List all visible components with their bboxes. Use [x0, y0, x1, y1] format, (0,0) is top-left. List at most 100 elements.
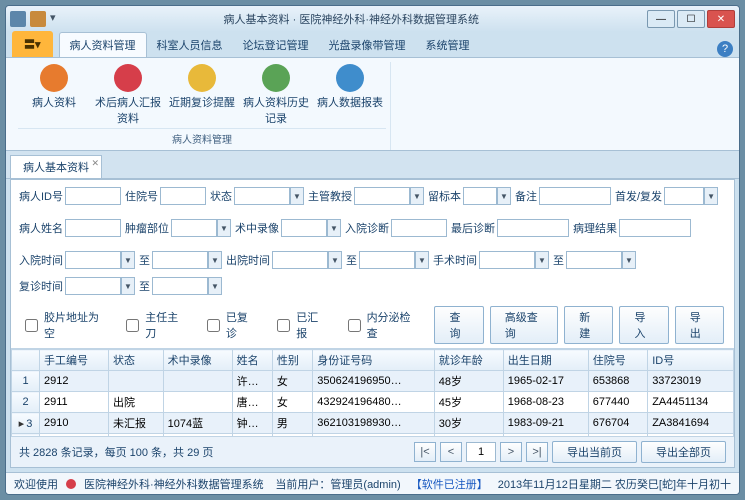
cell[interactable]: 女	[272, 392, 312, 413]
cell[interactable]: 1983-09-21	[503, 413, 588, 434]
col-header-1[interactable]: 状态	[108, 350, 163, 371]
data-grid[interactable]: 手工编号状态术中录像姓名性别身份证号码就诊年龄出生日期住院号ID号 12912许…	[11, 348, 734, 437]
cell[interactable]: 1965-02-17	[503, 371, 588, 392]
checkbox-2[interactable]: 已复诊	[203, 309, 255, 341]
cell[interactable]: 33723019	[648, 371, 734, 392]
table-row[interactable]: 22911出院唐…女432924196480…45岁1968-08-236774…	[12, 392, 734, 413]
chevron-down-icon[interactable]: ▼	[208, 251, 222, 269]
checkbox-0[interactable]: 胶片地址为空	[21, 309, 104, 341]
cell[interactable]: 2912	[40, 371, 109, 392]
cell[interactable]: 676704	[588, 413, 647, 434]
cell[interactable]: 30岁	[434, 413, 503, 434]
filter-input[interactable]	[152, 251, 208, 269]
chevron-down-icon[interactable]: ▼	[217, 219, 231, 237]
chevron-down-icon[interactable]: ▼	[535, 251, 549, 269]
cell[interactable]	[108, 371, 163, 392]
cell[interactable]: 许…	[232, 371, 272, 392]
action-btn-4[interactable]: 导出	[675, 306, 724, 344]
cell[interactable]: 1968-08-23	[503, 392, 588, 413]
col-header-8[interactable]: 住院号	[588, 350, 647, 371]
cell[interactable]: 350624196950…	[313, 371, 435, 392]
filter-input[interactable]	[391, 219, 447, 237]
filter-input[interactable]	[354, 187, 410, 205]
filter-input[interactable]	[479, 251, 535, 269]
table-row[interactable]: 12912许…女350624196950…48岁1965-02-17653868…	[12, 371, 734, 392]
export-all-pages[interactable]: 导出全部页	[641, 441, 726, 463]
chevron-down-icon[interactable]: ▼	[410, 187, 424, 205]
cell[interactable]	[163, 392, 232, 413]
filter-input[interactable]	[272, 251, 328, 269]
cell[interactable]: ZA3841694	[648, 413, 734, 434]
maximize-button[interactable]: ☐	[677, 10, 705, 28]
quick-icon[interactable]	[30, 11, 46, 27]
checkbox-4[interactable]: 内分泌检查	[344, 309, 417, 341]
checkbox-input[interactable]	[25, 319, 38, 332]
cell[interactable]: 唐…	[232, 392, 272, 413]
col-header-5[interactable]: 身份证号码	[313, 350, 435, 371]
cell[interactable]	[163, 371, 232, 392]
filter-input[interactable]	[281, 219, 327, 237]
ribbon-tab-4[interactable]: 系统管理	[416, 33, 480, 57]
col-header-6[interactable]: 就诊年龄	[434, 350, 503, 371]
chevron-down-icon[interactable]: ▼	[497, 187, 511, 205]
filter-input[interactable]	[359, 251, 415, 269]
row-number[interactable]: 3	[12, 413, 40, 434]
pager-page-input[interactable]	[466, 442, 496, 462]
action-btn-0[interactable]: 查询	[434, 306, 483, 344]
filter-input[interactable]	[65, 219, 121, 237]
ribbon-tab-2[interactable]: 论坛登记管理	[233, 33, 319, 57]
pager-first[interactable]: |<	[414, 442, 436, 462]
ribbon-tab-0[interactable]: 病人资料管理	[59, 32, 147, 57]
chevron-down-icon[interactable]: ▼	[415, 251, 429, 269]
cell[interactable]: ZA4451134	[648, 392, 734, 413]
cell[interactable]: 出院	[108, 392, 163, 413]
chevron-down-icon[interactable]: ▼	[121, 277, 135, 295]
cell[interactable]: 2910	[40, 413, 109, 434]
action-btn-2[interactable]: 新建	[564, 306, 613, 344]
filter-input[interactable]	[664, 187, 704, 205]
action-btn-1[interactable]: 高级查询	[490, 306, 559, 344]
cell[interactable]: 1074蓝	[163, 413, 232, 434]
cell[interactable]: 钟…	[232, 413, 272, 434]
cell[interactable]: 未汇报	[108, 413, 163, 434]
table-row[interactable]: 32910未汇报1074蓝钟…男362103198930…30岁1983-09-…	[12, 413, 734, 434]
row-number[interactable]: 2	[12, 392, 40, 413]
ribbon-btn-3[interactable]: 病人资料历史记录	[240, 62, 312, 128]
export-current-page[interactable]: 导出当前页	[552, 441, 637, 463]
action-btn-3[interactable]: 导入	[619, 306, 668, 344]
cell[interactable]: 45岁	[434, 392, 503, 413]
status-registration-link[interactable]: 【软件已注册】	[411, 476, 488, 492]
row-number[interactable]: 1	[12, 371, 40, 392]
checkbox-input[interactable]	[348, 319, 361, 332]
close-icon[interactable]: ✕	[91, 158, 99, 169]
col-rownum[interactable]	[12, 350, 40, 371]
col-header-4[interactable]: 性别	[272, 350, 312, 371]
doc-tab[interactable]: 病人基本资料 ✕	[10, 155, 102, 178]
filter-input[interactable]	[497, 219, 569, 237]
cell[interactable]: 女	[272, 371, 312, 392]
chevron-down-icon[interactable]: ▼	[290, 187, 304, 205]
col-header-3[interactable]: 姓名	[232, 350, 272, 371]
ribbon-btn-4[interactable]: 病人数据报表	[314, 62, 386, 128]
pager-next[interactable]: >	[500, 442, 522, 462]
filter-input[interactable]	[65, 251, 121, 269]
ribbon-tab-1[interactable]: 科室人员信息	[147, 33, 233, 57]
col-header-2[interactable]: 术中录像	[163, 350, 232, 371]
chevron-down-icon[interactable]: ▼	[121, 251, 135, 269]
chevron-down-icon[interactable]: ▼	[622, 251, 636, 269]
filter-input[interactable]	[463, 187, 497, 205]
chevron-down-icon[interactable]: ▼	[327, 219, 341, 237]
col-header-7[interactable]: 出生日期	[503, 350, 588, 371]
col-header-0[interactable]: 手工编号	[40, 350, 109, 371]
pager-last[interactable]: >|	[526, 442, 548, 462]
filter-input[interactable]	[619, 219, 691, 237]
ribbon-btn-1[interactable]: 术后病人汇报资料	[92, 62, 164, 128]
filter-input[interactable]	[160, 187, 206, 205]
checkbox-input[interactable]	[277, 319, 290, 332]
cell[interactable]: 653868	[588, 371, 647, 392]
cell[interactable]: 677440	[588, 392, 647, 413]
help-icon[interactable]: ?	[717, 41, 733, 57]
filter-input[interactable]	[65, 187, 121, 205]
chevron-down-icon[interactable]: ▼	[208, 277, 222, 295]
checkbox-3[interactable]: 已汇报	[273, 309, 325, 341]
